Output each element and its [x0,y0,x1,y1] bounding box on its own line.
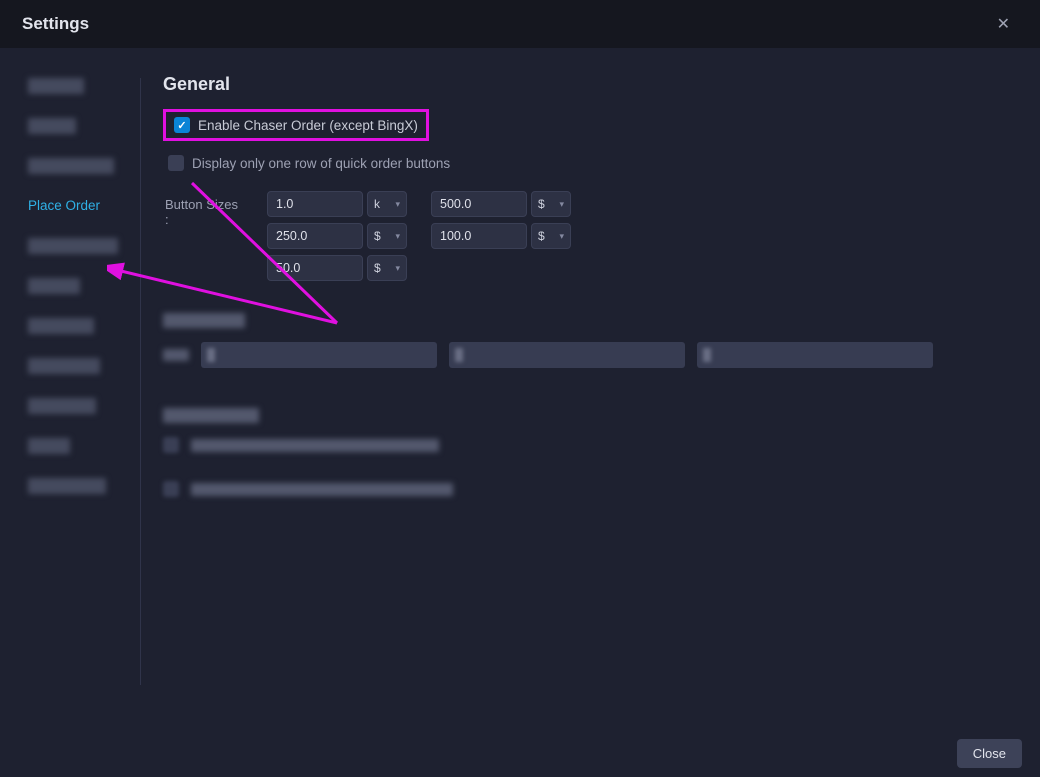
sidebar-item[interactable] [28,318,140,336]
section-title-general: General [163,74,1006,95]
sidebar-item[interactable] [28,478,140,496]
sidebar-item[interactable] [28,78,140,96]
obscured-tab-row [163,342,1006,368]
size-pair: 500.0 $▾ [431,191,571,217]
size-unit-select[interactable]: $▾ [531,191,571,217]
chevron-down-icon: ▾ [559,199,564,210]
window-title: Settings [22,14,89,34]
size-value-input[interactable]: 50.0 [267,255,363,281]
chevron-down-icon: ▾ [395,231,400,242]
sidebar-item[interactable] [28,238,140,256]
enable-chaser-highlight: ✓ Enable Chaser Order (except BingX) [163,109,429,141]
close-icon[interactable]: ✕ [989,10,1018,38]
sidebar-item-place-order[interactable]: Place Order [28,198,140,216]
obscured-section-1 [163,313,1006,368]
button-sizes-section: Button Sizes : 1.0 k▾ 250.0 $▾ 50.0 $▾ 5… [165,191,1006,281]
enable-chaser-label: Enable Chaser Order (except BingX) [198,118,418,133]
obscured-heading [163,313,245,328]
body-area: Place Order General ✓ Enable Chaser Orde… [0,48,1040,715]
sidebar-item[interactable] [28,358,140,376]
content-panel: General ✓ Enable Chaser Order (except Bi… [141,48,1040,715]
display-one-row-label: Display only one row of quick order butt… [192,156,450,171]
obscured-text [191,483,453,496]
footer: Close [0,729,1040,777]
sidebar-item[interactable] [28,398,140,416]
obscured-segment[interactable] [449,342,685,368]
size-pair: 1.0 k▾ [267,191,407,217]
sidebar-item[interactable] [28,438,140,456]
obscured-heading [163,408,259,423]
size-value-input[interactable]: 1.0 [267,191,363,217]
close-button[interactable]: Close [957,739,1022,768]
display-one-row-checkbox[interactable] [168,155,184,171]
obscured-label [163,349,189,361]
size-pair: 100.0 $▾ [431,223,571,249]
obscured-segment[interactable] [201,342,437,368]
obscured-checkbox[interactable] [163,481,179,497]
size-unit-select[interactable]: k▾ [367,191,407,217]
size-unit-select[interactable]: $▾ [531,223,571,249]
obscured-section-2 [163,408,1006,497]
size-pair: 250.0 $▾ [267,223,407,249]
unit-label: $ [374,261,381,275]
size-value-input[interactable]: 250.0 [267,223,363,249]
unit-label: k [374,197,380,211]
size-unit-select[interactable]: $▾ [367,255,407,281]
display-one-row-option: Display only one row of quick order butt… [168,155,1006,171]
size-column-2: 500.0 $▾ 100.0 $▾ [431,191,571,249]
sidebar-item[interactable] [28,278,140,296]
sidebar-item[interactable] [28,158,140,176]
obscured-segment[interactable] [697,342,933,368]
enable-chaser-checkbox[interactable]: ✓ [174,117,190,133]
unit-label: $ [374,229,381,243]
size-value-input[interactable]: 500.0 [431,191,527,217]
chevron-down-icon: ▾ [395,263,400,274]
button-sizes-label: Button Sizes : [165,191,243,227]
unit-label: $ [538,197,545,211]
chevron-down-icon: ▾ [395,199,400,210]
unit-label: $ [538,229,545,243]
sidebar-item[interactable] [28,118,140,136]
titlebar: Settings ✕ [0,0,1040,48]
size-value-input[interactable]: 100.0 [431,223,527,249]
size-pair: 50.0 $▾ [267,255,407,281]
size-column-1: 1.0 k▾ 250.0 $▾ 50.0 $▾ [267,191,407,281]
obscured-checkbox[interactable] [163,437,179,453]
obscured-text [191,439,439,452]
sidebar: Place Order [0,48,140,715]
size-unit-select[interactable]: $▾ [367,223,407,249]
chevron-down-icon: ▾ [559,231,564,242]
